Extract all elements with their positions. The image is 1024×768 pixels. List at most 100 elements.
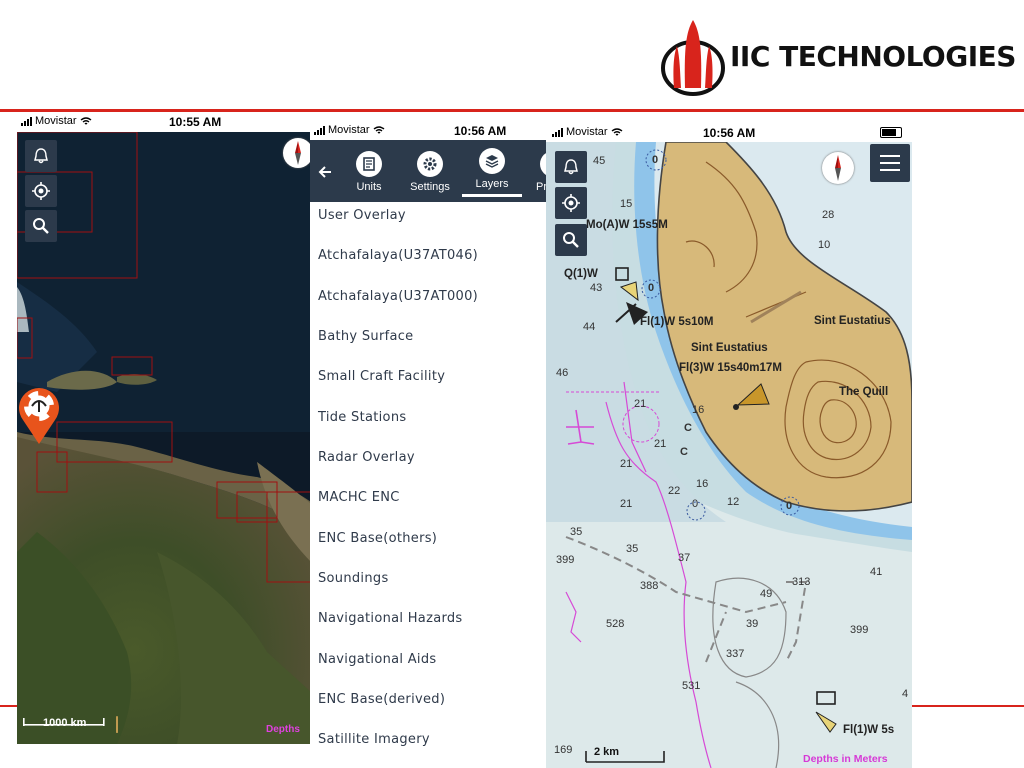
hamburger-icon — [880, 155, 900, 171]
compass-icon — [835, 155, 841, 181]
sounding: 41 — [870, 566, 883, 578]
tab-layers[interactable]: Layers — [470, 148, 514, 190]
scale-label: 2 km — [594, 746, 620, 758]
carrier-label: Movistar — [35, 115, 77, 127]
sounding: 4 — [902, 688, 909, 700]
carrier: Movistar — [21, 115, 92, 127]
layer-item[interactable]: MACHC ENC — [310, 485, 546, 525]
bell-icon — [34, 148, 48, 164]
status-time: 10:55 AM — [169, 115, 222, 129]
nautical-chart-map[interactable] — [546, 142, 912, 768]
layer-item[interactable]: Satillite Imagery — [310, 727, 546, 767]
layer-item[interactable]: Radar Overlay — [310, 445, 546, 485]
sounding: 28 — [822, 209, 835, 221]
sounding: 528 — [606, 618, 625, 630]
sounding: 0 — [652, 154, 659, 166]
sounding: 43 — [590, 282, 603, 294]
locate-button[interactable] — [555, 187, 587, 219]
layer-item[interactable]: Atchafalaya(U37AT046) — [310, 243, 546, 283]
status-time: 10:56 AM — [454, 124, 507, 138]
sounding: 16 — [696, 478, 709, 490]
wifi-icon — [373, 125, 384, 134]
sounding: C — [684, 422, 692, 434]
scale-label: 1000 km — [43, 717, 87, 729]
compass-button[interactable] — [822, 152, 854, 184]
gear-icon — [417, 151, 443, 177]
layer-item[interactable]: ENC Base(others) — [310, 526, 546, 566]
sounding: 16 — [692, 404, 705, 416]
sounding: 21 — [654, 438, 667, 450]
wifi-icon — [611, 127, 622, 136]
light-label: Fl(1)W 5s10M — [640, 316, 714, 328]
sounding: 0 — [648, 282, 655, 294]
layer-item[interactable]: Soundings — [310, 566, 546, 606]
wifi-icon — [80, 116, 91, 125]
sounding: 45 — [593, 155, 606, 167]
search-button[interactable] — [25, 210, 57, 242]
search-icon — [563, 232, 579, 248]
depths-label: Depths in Meters — [803, 753, 888, 765]
light-label: Mo(A)W 15s5M — [586, 219, 668, 231]
status-bar: Movistar 10:55 AM — [17, 112, 311, 132]
sounding: 337 — [726, 648, 745, 660]
sounding: 0 — [786, 500, 793, 512]
signal-icon — [552, 127, 563, 137]
phone-nautical-chart: Movistar 10:56 AM 45 0 15 28 10 43 0 44 … — [546, 122, 912, 768]
sounding: 22 — [668, 485, 681, 497]
compass-icon — [295, 141, 301, 165]
layer-item[interactable]: Atchafalaya(U37AT000) — [310, 284, 546, 324]
sounding: 21 — [634, 398, 647, 410]
sounding: 35 — [626, 543, 639, 555]
alerts-button[interactable] — [555, 151, 587, 183]
hamburger-menu-button[interactable] — [870, 144, 910, 182]
back-arrow-icon[interactable] — [317, 164, 333, 180]
compass-button[interactable] — [283, 138, 311, 168]
layer-item[interactable]: ENC Base(derived) — [310, 687, 546, 727]
sounding: 21 — [620, 458, 633, 470]
layer-item[interactable]: Navigational Hazards — [310, 606, 546, 646]
brand-name: IIC TECHNOLOGIES — [730, 40, 1016, 73]
alerts-button[interactable] — [25, 140, 57, 172]
sounding: 10 — [818, 239, 831, 251]
layer-item[interactable]: Navigational Aids — [310, 647, 546, 687]
top-toolbar: Units Settings Layers Pr — [310, 140, 550, 202]
layers-icon — [479, 148, 505, 174]
location-icon — [32, 182, 50, 200]
search-icon — [33, 218, 49, 234]
carrier: Movistar — [314, 124, 385, 136]
phone-satellite-map: Movistar 10:55 AM 1000 km Depths — [17, 112, 311, 744]
status-bar: Movistar 10:56 AM — [310, 122, 550, 140]
sounding: 169 — [554, 744, 573, 756]
light-label: Q(1)W — [564, 268, 598, 280]
depths-label: Depths — [266, 724, 300, 735]
rocket-logo-icon — [661, 20, 725, 96]
locate-button[interactable] — [25, 175, 57, 207]
sounding: 531 — [682, 680, 701, 692]
tab-settings-label: Settings — [410, 181, 450, 193]
place-label: The Quill — [839, 386, 889, 398]
sounding: 46 — [556, 367, 569, 379]
layer-item[interactable]: Small Craft Facility — [310, 364, 546, 404]
light-label: Fl(3)W 15s40m17M — [679, 362, 782, 374]
layer-item[interactable]: Tide Stations — [310, 405, 546, 445]
tab-settings[interactable]: Settings — [408, 151, 452, 193]
units-icon — [356, 151, 382, 177]
sounding: 0 — [692, 498, 699, 510]
place-label: Sint Eustatius — [691, 342, 768, 354]
lifebuoy-marker-icon — [19, 388, 60, 444]
sounding: 21 — [620, 498, 633, 510]
sounding: 49 — [760, 588, 773, 600]
signal-icon — [314, 125, 325, 135]
status-time: 10:56 AM — [703, 126, 756, 140]
lifebuoy-marker[interactable] — [17, 384, 63, 446]
tab-units[interactable]: Units — [354, 151, 384, 193]
layer-item[interactable]: User Overlay — [310, 203, 546, 243]
layers-list: User Overlay Atchafalaya(U37AT046) Atcha… — [310, 203, 546, 768]
search-button[interactable] — [555, 224, 587, 256]
tab-units-label: Units — [356, 181, 382, 193]
carrier: Movistar — [552, 126, 623, 138]
layer-item[interactable]: Bathy Surface — [310, 324, 546, 364]
iic-logo: IIC TECHNOLOGIES — [660, 18, 1016, 98]
battery-icon — [880, 127, 902, 138]
sounding: 37 — [678, 552, 691, 564]
